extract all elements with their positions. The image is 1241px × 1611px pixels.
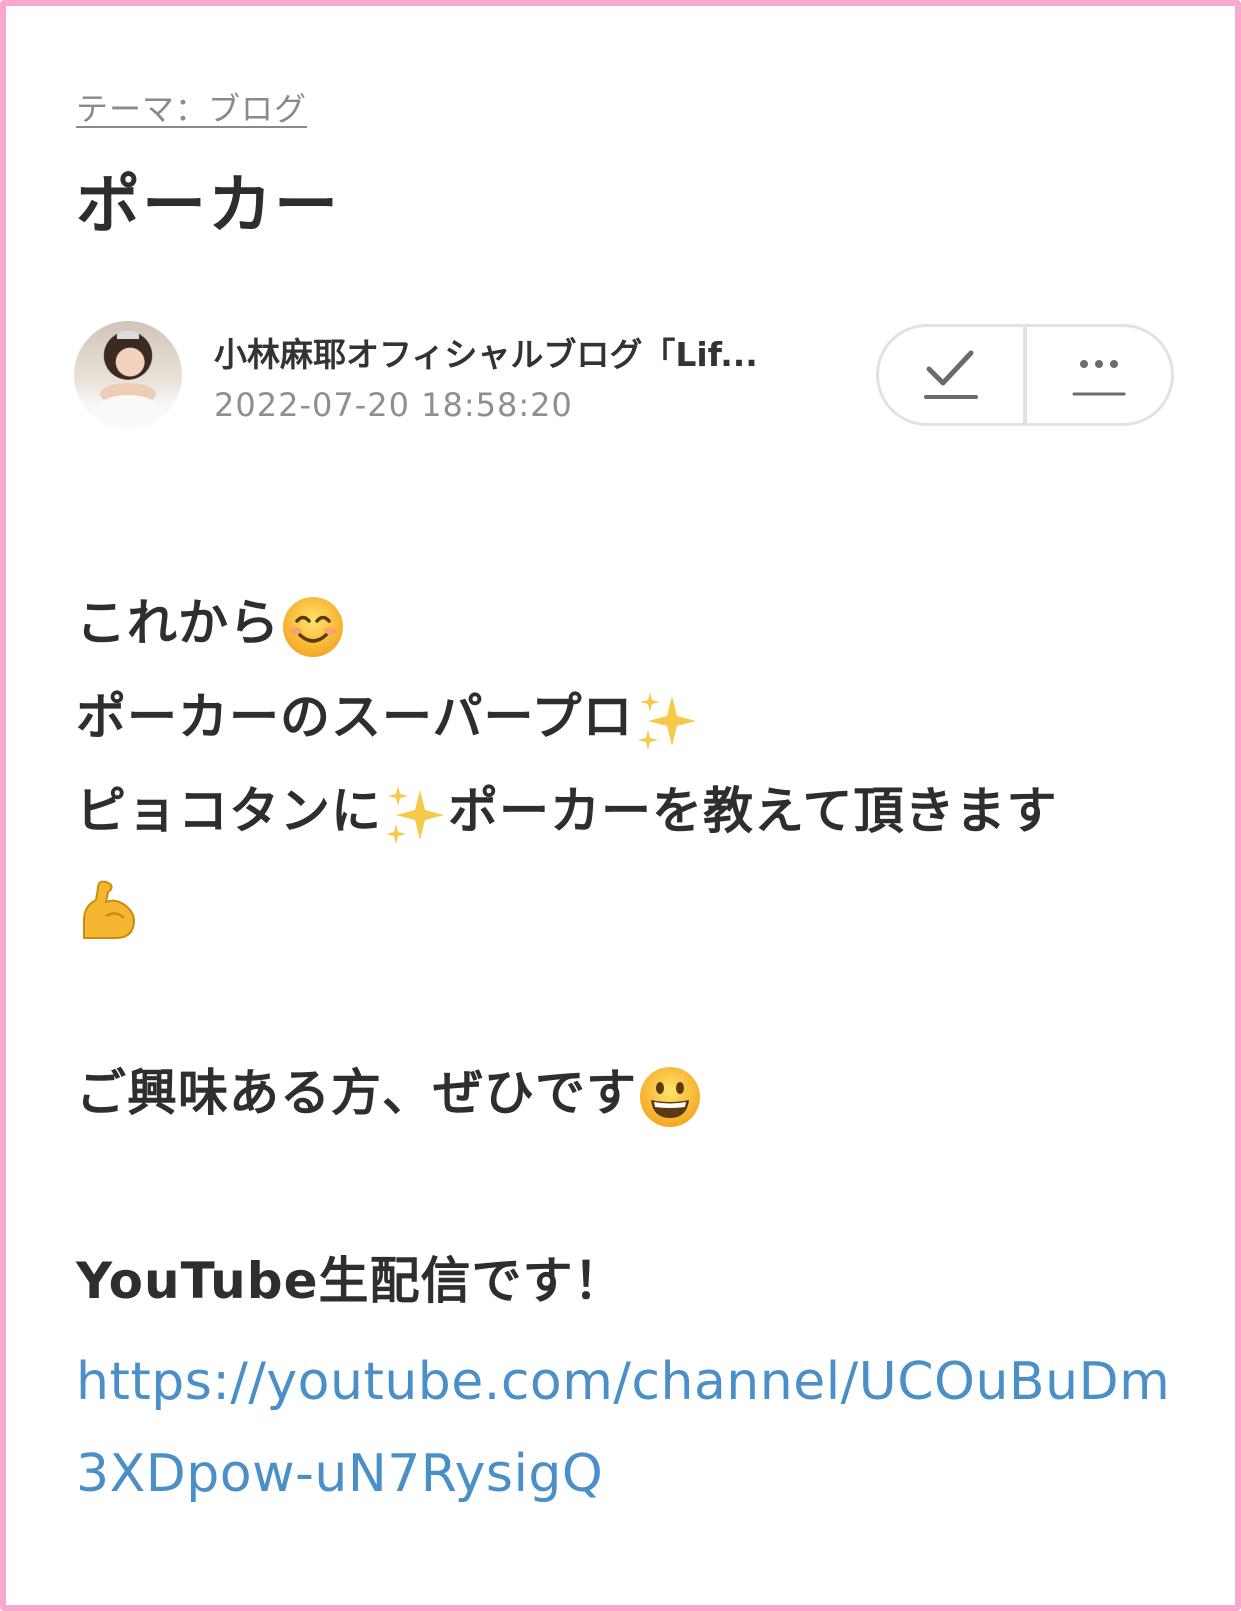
avatar-tiara	[117, 331, 139, 339]
body-text: これから	[76, 594, 280, 652]
body-line: YouTube生配信です！	[76, 1234, 1186, 1328]
body-line: これから	[76, 576, 1186, 670]
body-text: ポーカーのスーパープロ	[76, 688, 634, 746]
page-frame: テーマ：ブログ ポーカー 小林麻耶オフィシャルブログ「Lif... 2022-0…	[0, 0, 1241, 1611]
youtube-channel-link[interactable]: https://youtube.com/channel/UCOuBuDm3XDp…	[76, 1336, 1186, 1520]
avatar-dress	[92, 395, 164, 429]
post-title: ポーカー	[76, 169, 340, 243]
body-line: ポーカーのスーパープロ	[76, 670, 1186, 764]
body-text: ポーカーを教えて頂きます	[448, 782, 1058, 840]
theme-link[interactable]: テーマ：ブログ	[76, 84, 307, 130]
body-line: ご興味ある方、ぜひです	[76, 1046, 1186, 1140]
blog-name-link[interactable]: 小林麻耶オフィシャルブログ「Lif...	[214, 328, 814, 376]
grinning-face-emoji	[640, 1066, 700, 1127]
body-line: ピョコタンに ポーカーを教えて頂きます	[76, 764, 1186, 858]
post-body: これから ポーカーのスーパープロ ピョコタンに ポーカーを教えて頂きます ご興味…	[76, 576, 1186, 1328]
post-timestamp: 2022-07-20 18:58:20	[214, 386, 573, 424]
more-button[interactable]	[1027, 327, 1171, 423]
body-text: YouTube生配信です！	[76, 1252, 625, 1310]
more-icon	[1072, 360, 1126, 396]
check-button[interactable]	[879, 327, 1023, 423]
post-actions	[876, 324, 1174, 426]
check-icon	[924, 350, 978, 399]
flexed-biceps-emoji	[83, 880, 135, 939]
body-text: ご興味ある方、ぜひです	[76, 1064, 637, 1122]
body-line	[76, 858, 1186, 952]
body-text: ピョコタンに	[76, 782, 382, 840]
smiling-face-emoji	[283, 596, 343, 657]
author-avatar[interactable]	[74, 321, 182, 429]
sparkles-emoji	[386, 785, 444, 844]
sparkles-emoji	[637, 691, 696, 750]
